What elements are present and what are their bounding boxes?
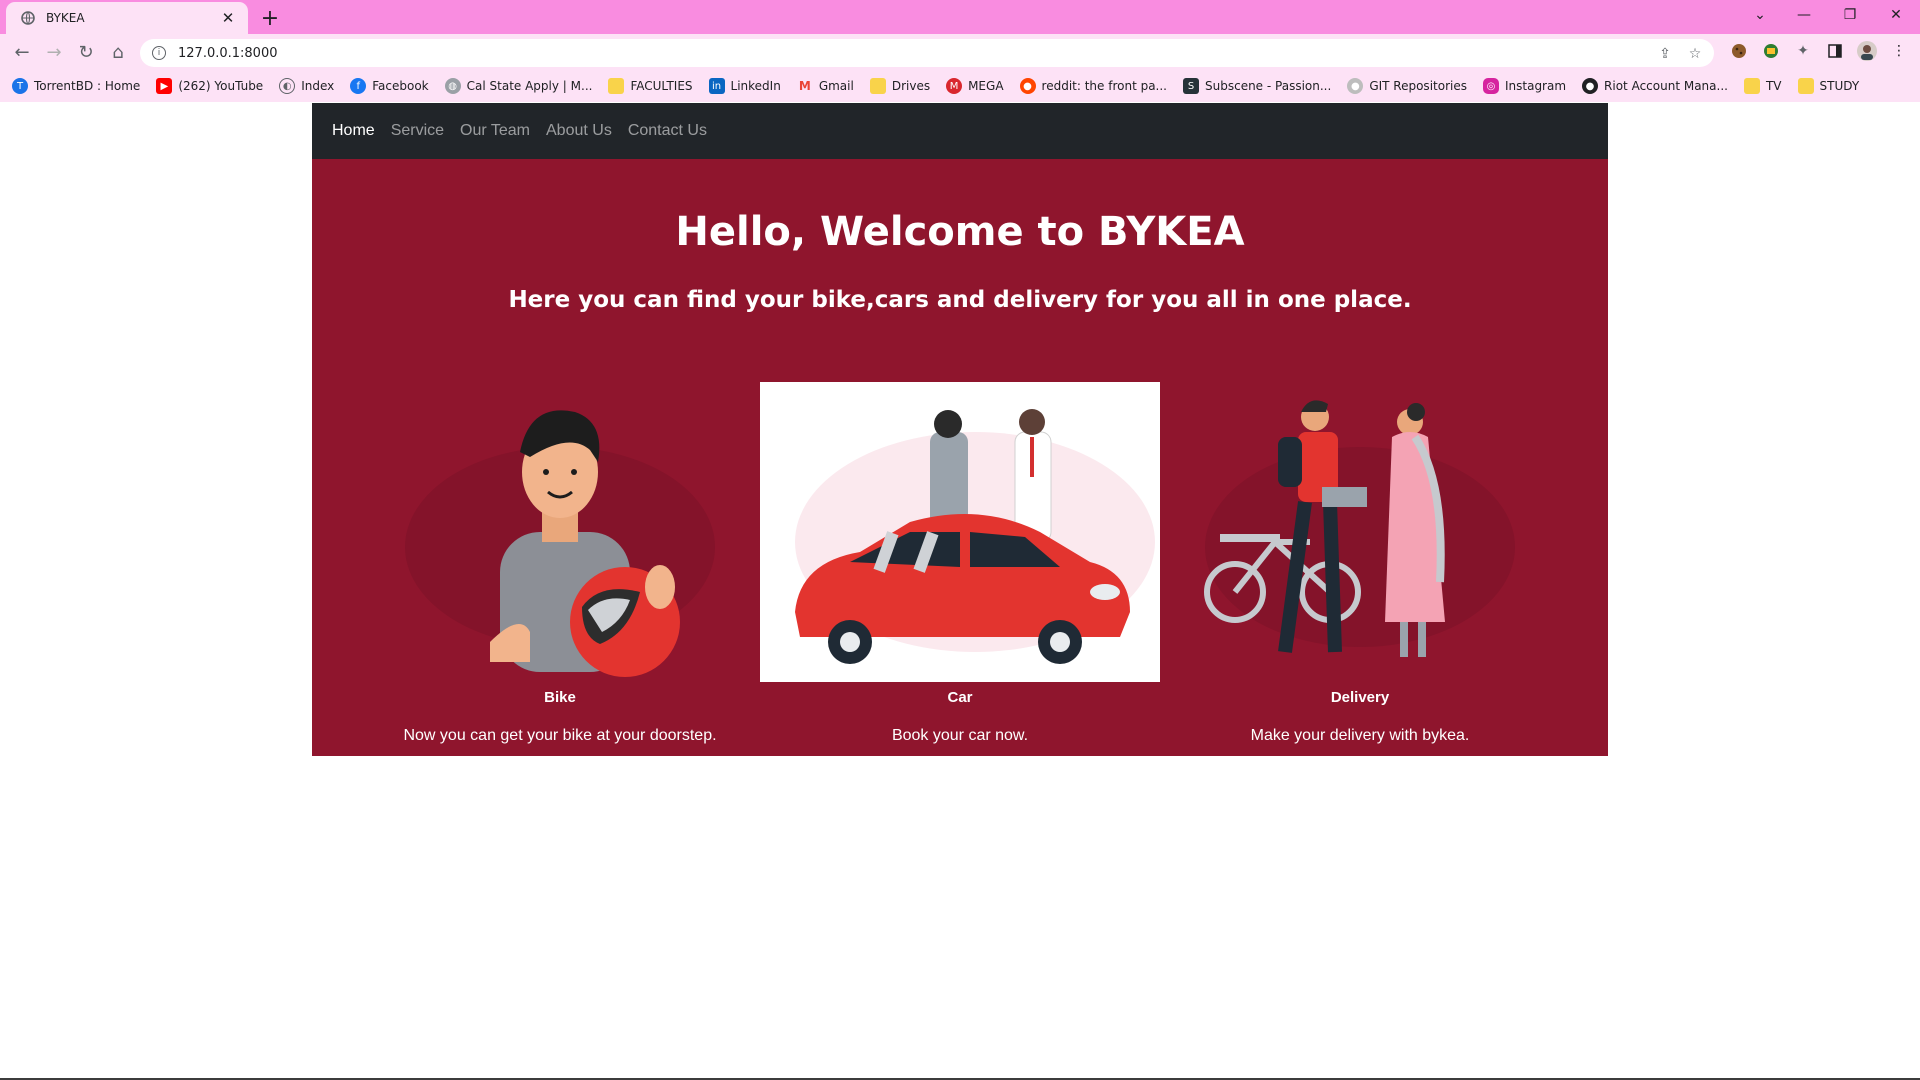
browser-toolbar: ← → ↻ ⌂ i 127.0.0.1:8000 ⇪ ☆ ✦ ⋮ bbox=[0, 34, 1920, 70]
back-icon[interactable]: ← bbox=[10, 40, 34, 64]
github-icon: ● bbox=[1347, 78, 1364, 94]
card-title: Car bbox=[947, 689, 973, 706]
folder-icon bbox=[869, 78, 886, 94]
restore-icon[interactable]: ❐ bbox=[1832, 4, 1868, 26]
bike-rider-illustration bbox=[405, 410, 715, 677]
forward-icon[interactable]: → bbox=[42, 40, 66, 64]
card-title: Bike bbox=[544, 689, 576, 706]
facebook-icon: f bbox=[350, 78, 367, 94]
browser-tab[interactable]: BYKEA ✕ bbox=[6, 2, 248, 34]
url-text: 127.0.0.1:8000 bbox=[178, 45, 278, 61]
bookmark-item[interactable]: ◍ Cal State Apply | M... bbox=[444, 78, 592, 94]
close-tab-icon[interactable]: ✕ bbox=[218, 8, 238, 28]
bookmark-item[interactable]: ● GIT Repositories bbox=[1347, 78, 1467, 94]
bookmark-item[interactable]: S Subscene - Passion... bbox=[1183, 78, 1331, 94]
subscene-icon: S bbox=[1183, 78, 1199, 94]
bookmark-item[interactable]: T TorrentBD : Home bbox=[12, 78, 140, 94]
card-title: Delivery bbox=[1330, 689, 1390, 706]
globe-icon bbox=[20, 10, 36, 26]
tab-title: BYKEA bbox=[46, 11, 85, 25]
gmail-icon: M bbox=[798, 79, 811, 93]
bookmark-item[interactable]: ◐ Index bbox=[279, 78, 334, 94]
top-navbar: Home Service Our Team About Us Contact U… bbox=[312, 103, 1608, 159]
index-icon: ◐ bbox=[279, 78, 296, 94]
vpn-extension-icon[interactable] bbox=[1762, 42, 1780, 60]
folder-icon bbox=[1797, 78, 1814, 94]
bookmark-star-icon[interactable]: ☆ bbox=[1686, 45, 1704, 63]
bookmark-item[interactable]: ◎ Instagram bbox=[1482, 78, 1566, 94]
extensions-puzzle-icon[interactable]: ✦ bbox=[1794, 42, 1812, 60]
share-icon[interactable]: ⇪ bbox=[1656, 45, 1674, 63]
nav-link-home[interactable]: Home bbox=[332, 122, 375, 140]
riot-icon: ● bbox=[1582, 78, 1599, 94]
nav-link-about-us[interactable]: About Us bbox=[546, 122, 612, 140]
new-tab-icon[interactable]: + bbox=[258, 6, 282, 31]
cookie-extension-icon[interactable] bbox=[1730, 42, 1748, 60]
card-description: Make your delivery with bykea. bbox=[1250, 727, 1470, 744]
reddit-icon: ● bbox=[1019, 78, 1036, 94]
nav-link-service[interactable]: Service bbox=[391, 122, 444, 140]
delivery-illustration bbox=[1204, 400, 1515, 657]
torrentbd-icon: T bbox=[12, 78, 28, 94]
profile-avatar-icon[interactable] bbox=[1856, 40, 1878, 62]
bookmark-item[interactable]: M MEGA bbox=[946, 78, 1004, 94]
bookmark-item[interactable]: TV bbox=[1743, 78, 1782, 94]
nav-link-contact-us[interactable]: Contact Us bbox=[628, 122, 707, 140]
bookmark-item[interactable]: Drives bbox=[869, 78, 930, 94]
tab-search-icon[interactable]: ⌄ bbox=[1742, 4, 1778, 26]
bookmark-item[interactable]: ● reddit: the front pa... bbox=[1019, 78, 1167, 94]
card-description: Book your car now. bbox=[891, 727, 1029, 744]
site-container: Home Service Our Team About Us Contact U… bbox=[312, 103, 1608, 756]
bookmark-item[interactable]: ▶ (262) YouTube bbox=[156, 78, 263, 94]
menu-kebab-icon[interactable]: ⋮ bbox=[1890, 42, 1908, 60]
globe-icon: ◍ bbox=[444, 78, 461, 94]
reload-icon[interactable]: ↻ bbox=[74, 40, 98, 64]
minimize-icon[interactable]: — bbox=[1786, 4, 1822, 26]
home-icon[interactable]: ⌂ bbox=[106, 40, 130, 64]
linkedin-icon: in bbox=[708, 78, 725, 94]
service-card-delivery: Delivery Make your delivery with bykea. bbox=[1160, 382, 1560, 744]
car-illustration bbox=[760, 382, 1160, 682]
info-icon[interactable]: i bbox=[152, 46, 166, 60]
browser-tabstrip: BYKEA ✕ + ⌄ — ❐ ✕ bbox=[0, 0, 1920, 34]
bookmark-item[interactable]: ● Riot Account Mana... bbox=[1582, 78, 1728, 94]
folder-icon bbox=[608, 78, 625, 94]
service-cards: Bike Now you can get your bike at your d… bbox=[312, 382, 1608, 744]
nav-link-our-team[interactable]: Our Team bbox=[460, 122, 530, 140]
hero-section: Hello, Welcome to BYKEA Here you can fin… bbox=[312, 159, 1608, 756]
bookmark-item[interactable]: in LinkedIn bbox=[708, 78, 781, 94]
service-card-bike: Bike Now you can get your bike at your d… bbox=[360, 382, 760, 744]
instagram-icon: ◎ bbox=[1482, 78, 1499, 94]
address-bar[interactable]: i 127.0.0.1:8000 ⇪ ☆ bbox=[140, 39, 1714, 67]
hero-subtitle: Here you can find your bike,cars and del… bbox=[508, 287, 1412, 313]
bookmark-item[interactable]: STUDY bbox=[1797, 78, 1859, 94]
card-description: Now you can get your bike at your doorst… bbox=[403, 727, 717, 744]
youtube-icon: ▶ bbox=[156, 78, 173, 94]
close-window-icon[interactable]: ✕ bbox=[1878, 4, 1914, 26]
bookmark-item[interactable]: M Gmail bbox=[797, 78, 854, 94]
service-card-car: Car Book your car now. bbox=[760, 382, 1160, 744]
bookmarks-bar: T TorrentBD : Home ▶ (262) YouTube ◐ Index … bbox=[0, 70, 1920, 102]
side-panel-icon[interactable] bbox=[1826, 42, 1844, 60]
folder-icon bbox=[1743, 78, 1760, 94]
hero-title: Hello, Welcome to BYKEA bbox=[675, 209, 1245, 255]
bookmark-item[interactable]: f Facebook bbox=[350, 78, 429, 94]
bookmark-item[interactable]: FACULTIES bbox=[608, 78, 693, 94]
mega-icon: M bbox=[946, 78, 963, 94]
